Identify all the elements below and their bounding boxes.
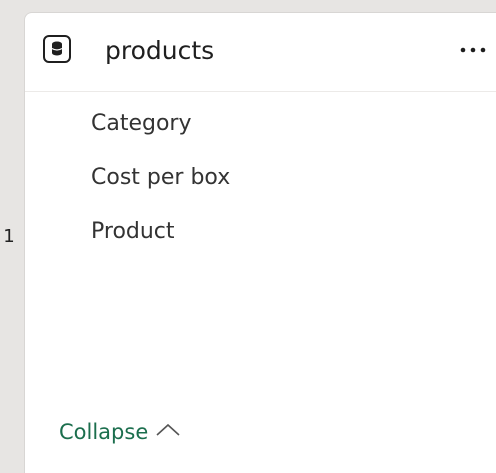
table-icon [43,35,71,63]
relationship-cardinality-label: 1 [3,226,15,247]
collapse-label: Collapse [59,420,149,444]
more-options-icon [460,47,486,53]
field-item-product[interactable]: Product [91,217,230,271]
field-item-category[interactable]: Category [91,109,230,163]
field-list: Category Cost per box Product [91,109,230,271]
chevron-up-icon [156,423,180,436]
card-title: products [105,36,215,65]
more-options-button[interactable] [455,39,491,63]
field-item-cost-per-box[interactable]: Cost per box [91,163,230,217]
table-card-products[interactable]: products Category Cost per box Product C… [24,12,496,473]
collapse-button[interactable]: Collapse [59,417,182,447]
card-header: products [25,13,496,92]
